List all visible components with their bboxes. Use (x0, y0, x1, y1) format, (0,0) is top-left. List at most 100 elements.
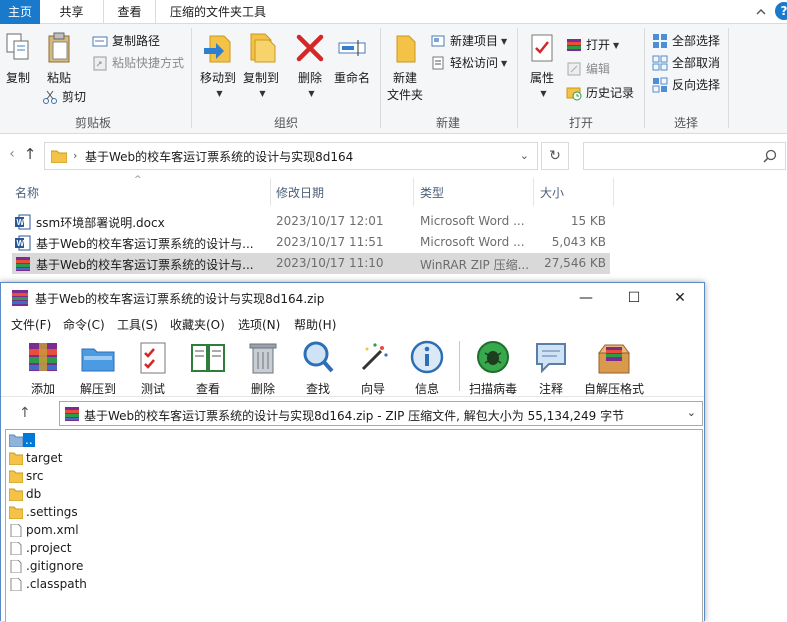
winrar-address-bar[interactable]: 基于Web的校车客运订票系统的设计与实现8d164.zip - ZIP 压缩文件… (59, 401, 703, 426)
file-date: 2023/10/17 11:51 (276, 235, 384, 249)
tab-home[interactable]: 主页 (0, 0, 40, 24)
list-item-name: .classpath (26, 577, 87, 591)
back-chevron-icon[interactable]: ‹ (4, 146, 20, 162)
close-button[interactable]: ✕ (657, 283, 703, 313)
cut-label: 剪切 (62, 90, 87, 104)
paste-button[interactable]: 粘贴 (44, 32, 74, 86)
paste-shortcut-button[interactable]: 粘贴快捷方式 (92, 53, 184, 73)
tool-delete-button[interactable]: 删除 (241, 339, 285, 397)
tool-view-label: 查看 (195, 382, 220, 396)
tool-test-label: 测试 (140, 382, 165, 396)
move-to-button[interactable]: 移动到 ▼ (198, 32, 238, 100)
wizard-wand-icon (361, 343, 388, 371)
column-divider[interactable] (613, 178, 614, 206)
minimize-button[interactable]: — (563, 283, 609, 313)
chevron-down-icon[interactable]: ⌄ (687, 406, 696, 419)
address-bar[interactable]: › 基于Web的校车客运订票系统的设计与实现8d164 ⌄ (44, 142, 538, 170)
file-row[interactable]: W 基于Web的校车客运订票系统的设计与... 2023/10/17 11:51… (12, 232, 610, 253)
cut-button[interactable]: 剪切 (42, 87, 86, 107)
organize-group-label: 组织 (273, 116, 298, 130)
tool-virus-scan-button[interactable]: 扫描病毒 (465, 339, 521, 397)
breadcrumb-chevron-icon[interactable]: › (73, 149, 77, 162)
paste-shortcut-label: 粘贴快捷方式 (112, 56, 185, 70)
copy-path-icon (92, 36, 108, 47)
tool-find-button[interactable]: 查找 (295, 339, 341, 397)
list-item-name: db (26, 487, 42, 501)
tool-sfx-button[interactable]: 自解压格式 (581, 339, 647, 397)
column-divider[interactable] (533, 178, 534, 206)
menu-favorites[interactable]: 收藏夹(O) (170, 316, 225, 333)
svg-text:W: W (17, 218, 25, 227)
copy-path-button[interactable]: 复制路径 (92, 31, 160, 51)
maximize-button[interactable]: ☐ (611, 283, 657, 313)
column-header-name[interactable]: 名称 (15, 184, 39, 201)
menu-help[interactable]: 帮助(H) (294, 316, 336, 333)
folder-icon (9, 506, 23, 519)
column-header-type[interactable]: 类型 (420, 184, 444, 201)
invert-selection-button[interactable]: 反向选择 (652, 75, 720, 95)
winrar-toolbar: 添加 解压到 测试 查看 删除 查找 向导 信息 扫描病毒 注释 自解压格式 (1, 335, 704, 397)
column-header-date[interactable]: 修改日期 (276, 184, 324, 201)
menu-commands[interactable]: 命令(C) (63, 316, 105, 333)
tool-view-button[interactable]: 查看 (185, 339, 231, 397)
rename-button[interactable]: 重命名 (332, 32, 372, 86)
select-none-button[interactable]: 全部取消 (652, 53, 720, 73)
winrar-title-bar[interactable]: 基于Web的校车客运订票系统的设计与实现8d164.zip — ☐ ✕ (1, 283, 704, 313)
properties-button[interactable]: 属性 ▼ (526, 32, 558, 100)
open-button[interactable]: 打开 ▼ (566, 35, 619, 55)
file-date: 2023/10/17 11:10 (276, 256, 384, 270)
tool-comment-label: 注释 (538, 382, 563, 396)
winrar-title: 基于Web的校车客运订票系统的设计与实现8d164.zip (35, 292, 325, 306)
new-folder-button[interactable]: 新建 文件夹 (386, 32, 424, 103)
tab-share[interactable]: 共享 (40, 0, 104, 24)
file-row-selected[interactable]: 基于Web的校车客运订票系统的设计与... 2023/10/17 11:10 W… (12, 253, 610, 274)
winrar-address-text: 基于Web的校车客运订票系统的设计与实现8d164.zip - ZIP 压缩文件… (84, 409, 625, 423)
up-arrow-icon[interactable]: ↑ (22, 146, 38, 162)
menu-options[interactable]: 选项(N) (238, 316, 280, 333)
file-size: 27,546 KB (544, 256, 606, 270)
scissors-icon (43, 90, 57, 104)
tool-extract-button[interactable]: 解压到 (75, 339, 121, 397)
select-all-button[interactable]: 全部选择 (652, 31, 720, 51)
refresh-button[interactable]: ↻ (541, 142, 569, 170)
edit-button[interactable]: 编辑 (566, 59, 610, 79)
tool-test-button[interactable]: 测试 (131, 339, 175, 397)
column-divider[interactable] (270, 178, 271, 206)
delete-label: 删除 (297, 71, 322, 85)
delete-button[interactable]: 删除 ▼ (294, 32, 326, 100)
help-icon[interactable]: ? (775, 2, 787, 20)
tool-comment-button[interactable]: 注释 (529, 339, 573, 397)
copy-to-button[interactable]: 复制到 ▼ (241, 32, 281, 100)
tool-info-button[interactable]: 信息 (405, 339, 449, 397)
menu-tools[interactable]: 工具(S) (117, 316, 158, 333)
column-divider[interactable] (413, 178, 414, 206)
history-button[interactable]: 历史记录 (566, 83, 634, 103)
column-header-size[interactable]: 大小 (540, 184, 564, 201)
word-icon: W (15, 235, 31, 251)
collapse-ribbon-icon[interactable] (754, 5, 768, 19)
file-type: Microsoft Word ... (420, 235, 525, 249)
menu-file[interactable]: 文件(F) (11, 316, 51, 333)
address-dropdown-icon[interactable]: ⌄ (520, 149, 529, 162)
refresh-icon: ↻ (549, 148, 561, 164)
file-type: Microsoft Word ... (420, 214, 525, 228)
copy-label: 复制 (5, 71, 30, 85)
tool-add-button[interactable]: 添加 (21, 339, 65, 397)
open-dropdown-icon: ▼ (613, 40, 620, 50)
copy-button[interactable]: 复制 (4, 32, 32, 86)
paste-shortcut-icon (93, 56, 107, 71)
address-path[interactable]: 基于Web的校车客运订票系统的设计与实现8d164 (85, 148, 353, 165)
copy-icon (6, 33, 29, 60)
list-item-name: .. (23, 433, 35, 447)
move-to-icon (204, 35, 231, 63)
file-row[interactable]: W ssm环境部署说明.docx 2023/10/17 12:01 Micros… (12, 211, 610, 232)
search-input[interactable] (583, 142, 786, 170)
tab-compressed-folder-tools[interactable]: 压缩的文件夹工具 (156, 0, 280, 24)
up-one-level-icon[interactable]: ↑ (19, 405, 31, 421)
tool-wizard-button[interactable]: 向导 (351, 339, 395, 397)
folder-icon (9, 488, 23, 501)
tab-view[interactable]: 查看 (104, 0, 156, 24)
tool-virus-scan-label: 扫描病毒 (468, 382, 517, 396)
new-item-button[interactable]: 新建项目 ▼ (430, 31, 507, 51)
easy-access-button[interactable]: 轻松访问 ▼ (430, 53, 507, 73)
